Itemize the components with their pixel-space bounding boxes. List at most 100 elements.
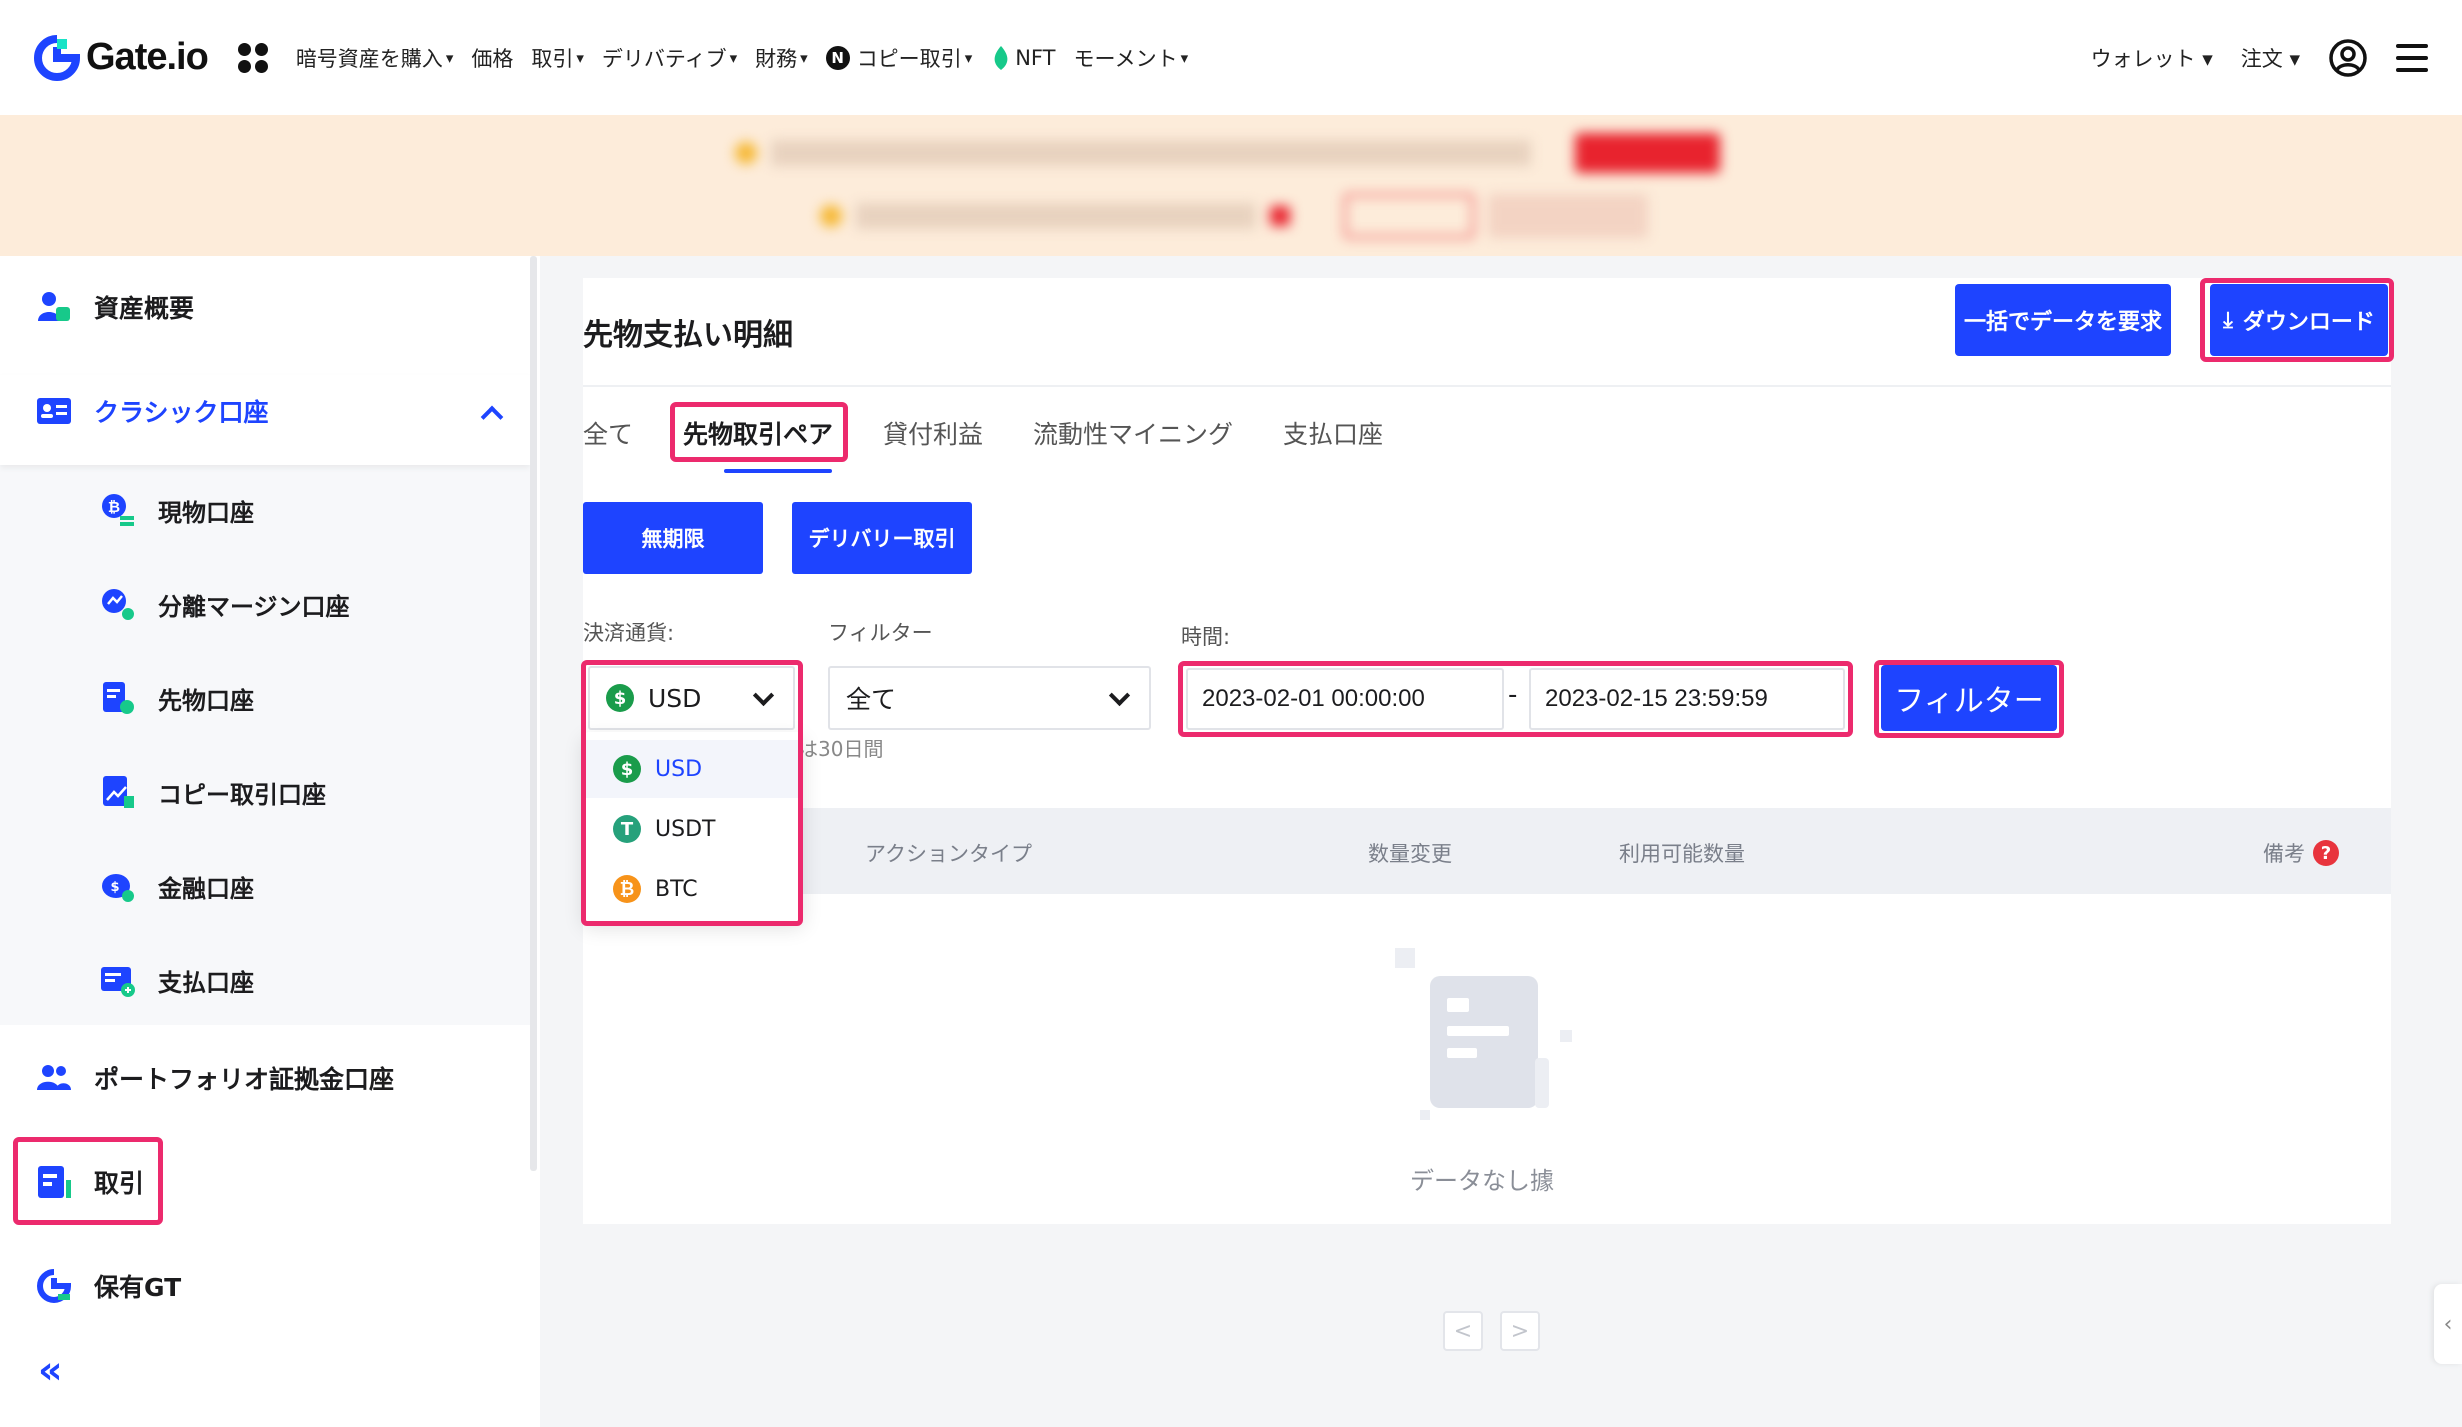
tab-liquidity-mining[interactable]: 流動性マイニング	[1033, 415, 1233, 451]
tab-all[interactable]: 全て	[583, 415, 633, 451]
caret-icon: ▾	[800, 48, 808, 67]
banner-text-1	[771, 140, 1531, 166]
filter-select[interactable]: 全て	[828, 666, 1151, 730]
sidebar-item-finance[interactable]: $ 金融口座	[100, 868, 254, 904]
sidebar-item-spot[interactable]: ₿ 現物口座	[100, 492, 254, 528]
svg-text:₿: ₿	[108, 498, 120, 516]
bulk-request-button[interactable]: 一括でデータを要求	[1955, 284, 2171, 356]
gate-logo[interactable]: Gate.io	[34, 34, 209, 81]
nav-right: ウォレット ▾ 注文 ▾	[2091, 0, 2428, 115]
filter-button[interactable]: フィルター	[1881, 665, 2057, 731]
chevron-down-icon	[1108, 684, 1131, 707]
perpetual-button[interactable]: 無期限	[583, 502, 763, 574]
table-header: アクションタイプ 数量変更 利用可能数量 備考 ?	[583, 808, 2391, 894]
nav-copy-trading[interactable]: N コピー取引 ▾	[825, 43, 972, 73]
trade-record-icon	[38, 1166, 71, 1198]
collapse-sidebar-icon[interactable]: «	[38, 1348, 63, 1392]
sidebar-item-isolated-margin[interactable]: 分離マージン口座	[100, 586, 350, 622]
banner-grey-button[interactable]	[1488, 194, 1648, 238]
gt-token-icon	[37, 1269, 72, 1303]
futures-account-icon	[103, 682, 134, 714]
time-label: 時間:	[1181, 625, 1231, 649]
help-icon[interactable]: ?	[2313, 840, 2339, 866]
pagination-next[interactable]: >	[1500, 1311, 1540, 1351]
tab-lending-profit[interactable]: 貸付利益	[883, 415, 983, 451]
svg-text:$: $	[110, 880, 119, 895]
nav-prices[interactable]: 価格	[471, 43, 513, 73]
date-from-input[interactable]: 2023-02-01 00:00:00	[1186, 668, 1504, 730]
currency-dropdown-menu: $ USD T USDT ₿ BTC	[583, 732, 803, 922]
user-icon[interactable]	[2328, 38, 2368, 78]
caret-icon: ▾	[729, 48, 738, 67]
apps-grid-icon[interactable]	[237, 42, 268, 73]
top-navigation: Gate.io 暗号資産を購入 ▾ 価格 取引 ▾ デリバティブ ▾ 財務 ▾ N コピー…	[0, 0, 2462, 115]
copy-trading-icon	[103, 776, 134, 808]
sidebar-submenu-bg	[0, 465, 530, 1025]
tab-futures-pairs[interactable]: 先物取引ペア	[683, 415, 833, 451]
delivery-button[interactable]: デリバリー取引	[792, 502, 972, 574]
sidebar-item-classic[interactable]: クラシック口座	[36, 393, 269, 429]
column-available-amount: 利用可能数量	[1619, 842, 1745, 866]
empty-state-text: データなし據	[1410, 1167, 1554, 1195]
column-amount-change: 数量変更	[1368, 842, 1452, 866]
banner-row-2	[820, 194, 1648, 238]
logo-text: Gate.io	[86, 36, 209, 78]
chevron-up-icon[interactable]	[480, 405, 504, 429]
download-icon: ⤓	[2223, 307, 2233, 332]
payment-account-icon	[101, 967, 135, 997]
sidebar-item-copy-trading[interactable]: コピー取引口座	[100, 774, 326, 810]
nav-orders[interactable]: 注文 ▾	[2241, 43, 2300, 73]
banner-text-2	[856, 203, 1256, 229]
nav-menu: 暗号資産を購入 ▾ 価格 取引 ▾ デリバティブ ▾ 財務 ▾ N コピー取引 ▾ NFT …	[296, 43, 1188, 73]
hamburger-menu-icon[interactable]	[2396, 43, 2428, 72]
tab-payment-account[interactable]: 支払口座	[1283, 415, 1383, 451]
usd-coin-icon: $	[606, 684, 634, 712]
dropdown-option-btc[interactable]: ₿ BTC	[583, 860, 803, 918]
caret-icon: ▾	[1180, 48, 1189, 67]
chevron-down-icon	[752, 684, 775, 707]
download-button[interactable]: ⤓ ダウンロード	[2210, 284, 2388, 356]
active-tab-underline	[724, 469, 832, 473]
margin-account-icon	[102, 589, 134, 620]
column-action-type: アクションタイプ	[865, 842, 1032, 866]
nav-finance[interactable]: 財務 ▾	[755, 43, 808, 73]
nav-nft[interactable]: NFT	[990, 45, 1055, 71]
banner-button[interactable]	[1575, 133, 1720, 173]
date-separator: -	[1508, 680, 1518, 710]
alert-icon	[1270, 206, 1290, 226]
nav-trade[interactable]: 取引 ▾	[531, 43, 584, 73]
header-divider	[583, 385, 2391, 387]
dropdown-option-usdt[interactable]: T USDT	[583, 800, 803, 858]
gate-logo-icon	[34, 34, 80, 81]
side-panel-handle-icon[interactable]: ‹	[2434, 1284, 2462, 1364]
banner-row-1	[735, 133, 1720, 173]
nav-buy-crypto[interactable]: 暗号資産を購入 ▾	[296, 43, 454, 73]
sidebar-scrollbar[interactable]	[530, 256, 537, 1171]
pagination-prev[interactable]: <	[1443, 1311, 1483, 1351]
dropdown-option-usd[interactable]: $ USD	[583, 740, 803, 798]
piggy-bank-icon: $	[102, 874, 134, 902]
currency-select[interactable]: $ USD	[588, 666, 795, 730]
nav-wallet[interactable]: ウォレット ▾	[2091, 43, 2213, 73]
date-to-input[interactable]: 2023-02-15 23:59:59	[1529, 668, 1845, 730]
btc-coin-icon: ₿	[613, 875, 641, 903]
asset-overview-icon	[38, 292, 70, 321]
nav-moments[interactable]: モーメント ▾	[1073, 43, 1188, 73]
sidebar-item-gt[interactable]: 保有GT	[36, 1268, 181, 1304]
page-title: 先物支払い明細	[583, 318, 793, 353]
currency-label: 決済通貨:	[583, 621, 675, 645]
sidebar-item-trade[interactable]: 取引	[36, 1164, 144, 1200]
usd-coin-icon: $	[613, 755, 641, 783]
empty-document-icon	[1395, 948, 1572, 1120]
nav-derivatives[interactable]: デリバティブ ▾	[602, 43, 737, 73]
banner-outline-button[interactable]	[1344, 194, 1474, 238]
usdt-coin-icon: T	[613, 815, 641, 843]
sidebar-item-portfolio[interactable]: ポートフォリオ証拠金口座	[36, 1060, 394, 1096]
sidebar-item-asset-overview[interactable]: 資産概要	[36, 289, 194, 325]
leaf-icon	[994, 45, 1008, 70]
id-card-icon	[37, 398, 71, 424]
sidebar-item-futures[interactable]: 先物口座	[100, 680, 254, 716]
filter-label: フィルター	[828, 621, 933, 645]
sidebar-item-payment[interactable]: 支払口座	[100, 962, 254, 998]
warning-icon	[820, 205, 842, 227]
